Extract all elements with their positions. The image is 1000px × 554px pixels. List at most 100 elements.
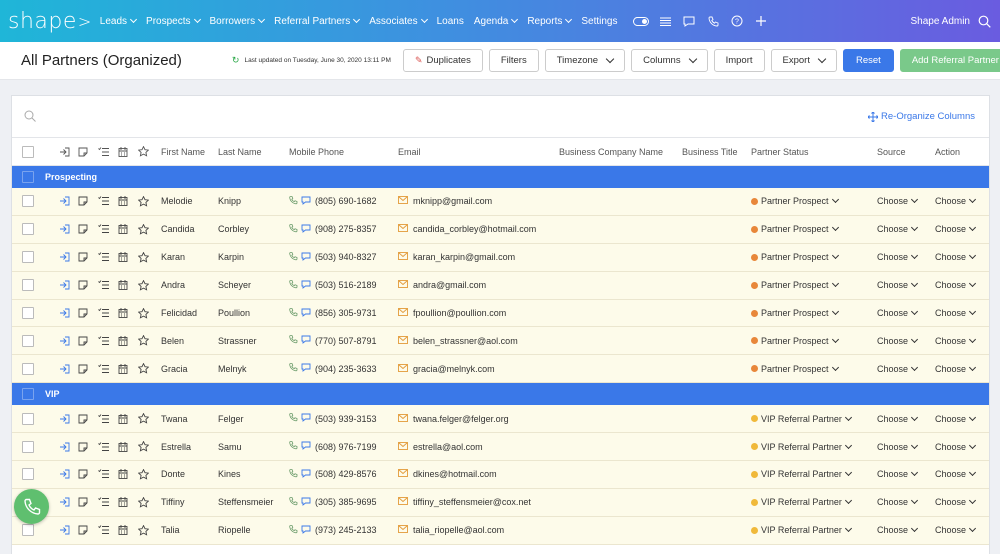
login-icon[interactable] [58,251,70,263]
partner-status-dropdown[interactable]: Partner Prospect [751,335,839,346]
partner-status-dropdown[interactable]: Partner Prospect [751,224,839,234]
email-address[interactable]: mknipp@gmail.com [413,196,492,206]
login-icon[interactable] [58,363,70,375]
partner-status-dropdown[interactable]: VIP Referral Partner [751,469,852,479]
col-mobile-phone[interactable]: Mobile Phone [289,147,344,157]
note-icon[interactable] [77,307,89,319]
email-address[interactable]: belen_strassner@aol.com [413,336,518,346]
login-icon[interactable] [58,496,70,508]
checklist-icon[interactable] [97,496,109,508]
table-row[interactable]: Gracia Melnyk (904) 235-3633 gracia@meln… [12,355,989,384]
phone-icon[interactable] [289,279,298,291]
envelope-icon[interactable] [398,308,408,318]
action-dropdown[interactable]: Choose [935,497,977,507]
chat-icon[interactable] [681,13,697,29]
envelope-icon[interactable] [398,441,408,452]
star-icon[interactable] [137,363,149,375]
row-checkbox[interactable] [22,195,34,208]
star-icon[interactable] [137,251,149,263]
action-dropdown[interactable]: Choose [935,469,977,479]
nav-item-associates[interactable]: Associates [369,16,428,27]
row-checkbox[interactable] [22,334,34,347]
checklist-icon[interactable] [97,524,109,536]
phone-icon[interactable] [289,335,298,346]
envelope-icon[interactable] [398,252,408,262]
login-icon[interactable] [58,413,70,425]
email-address[interactable]: dkines@hotmail.com [413,469,497,479]
call-button[interactable] [14,489,49,524]
calendar-icon[interactable] [117,223,129,235]
calendar-icon[interactable] [117,307,129,319]
row-checkbox[interactable] [22,223,34,236]
checklist-icon[interactable] [97,363,109,375]
partner-status-dropdown[interactable]: Partner Prospect [751,363,839,374]
phone-number[interactable]: (608) 976-7199 [315,442,377,452]
login-icon[interactable] [58,307,70,319]
list-icon[interactable] [657,13,673,29]
note-icon[interactable] [77,413,89,425]
action-dropdown[interactable]: Choose [935,335,977,346]
action-dropdown[interactable]: Choose [935,280,977,290]
note-icon[interactable] [77,363,89,375]
refresh-icon[interactable]: ↻ [232,55,240,66]
envelope-icon[interactable] [398,413,408,424]
col-last-name[interactable]: Last Name [218,147,262,157]
group-checkbox[interactable] [22,171,34,183]
partner-status-dropdown[interactable]: Partner Prospect [751,280,839,290]
email-address[interactable]: estrella@aol.com [413,442,483,452]
action-dropdown[interactable]: Choose [935,307,977,318]
chat-icon[interactable] [301,224,311,235]
email-address[interactable]: andra@gmail.com [413,280,486,290]
chat-icon[interactable] [301,280,311,291]
action-dropdown[interactable]: Choose [935,363,977,374]
nav-item-agenda[interactable]: Agenda [474,16,519,27]
toggle-icon[interactable] [633,16,650,26]
table-row[interactable]: Karan Karpin (503) 940-8327 karan_karpin… [12,243,989,272]
chat-icon[interactable] [301,252,311,263]
row-checkbox[interactable] [22,524,34,537]
checklist-icon[interactable] [97,307,109,319]
calendar-icon[interactable] [117,468,129,480]
import-button[interactable]: Import [713,49,765,72]
phone-number[interactable]: (770) 507-8791 [315,336,377,346]
row-checkbox[interactable] [22,362,34,375]
calendar-icon[interactable] [117,279,129,291]
calendar-icon[interactable] [117,363,129,375]
phone-number[interactable]: (305) 385-9695 [315,497,377,507]
phone-icon[interactable] [289,307,298,319]
checklist-icon[interactable] [97,251,109,263]
login-icon[interactable] [58,335,70,347]
phone-icon[interactable] [289,469,298,480]
star-icon[interactable] [137,307,149,319]
note-icon[interactable] [77,223,89,235]
note-icon[interactable] [77,441,89,453]
row-checkbox[interactable] [22,412,34,425]
nav-item-loans[interactable]: Loans [437,16,464,27]
select-all-checkbox[interactable] [22,145,34,158]
star-icon[interactable] [137,441,149,453]
chat-icon[interactable] [301,497,311,508]
phone-number[interactable]: (908) 275-8357 [315,224,377,234]
search-icon[interactable] [24,110,36,124]
checklist-icon[interactable] [97,195,109,207]
partner-status-dropdown[interactable]: Partner Prospect [751,196,839,206]
table-row[interactable]: Candida Corbley (908) 275-8357 candida_c… [12,215,989,244]
row-checkbox[interactable] [22,279,34,292]
star-icon[interactable] [137,223,149,235]
note-icon[interactable] [77,468,89,480]
checklist-icon[interactable] [97,335,109,347]
user-name[interactable]: Shape Admin [911,16,971,27]
calendar-icon[interactable] [117,496,129,508]
source-dropdown[interactable]: Choose [877,307,919,318]
col-source[interactable]: Source [877,147,906,157]
checklist-icon[interactable] [97,468,109,480]
envelope-icon[interactable] [398,224,408,234]
export-dropdown[interactable]: Export [770,49,837,72]
reorganize-columns-link[interactable]: Re-Organize Columns [868,111,975,122]
partner-status-dropdown[interactable]: VIP Referral Partner [751,413,852,424]
table-row[interactable]: Donte Kines (508) 429-8576 dkines@hotmai… [12,461,989,489]
note-icon[interactable] [77,195,89,207]
source-dropdown[interactable]: Choose [877,525,919,535]
col-partner-status[interactable]: Partner Status [751,147,809,157]
nav-item-borrowers[interactable]: Borrowers [210,16,266,27]
